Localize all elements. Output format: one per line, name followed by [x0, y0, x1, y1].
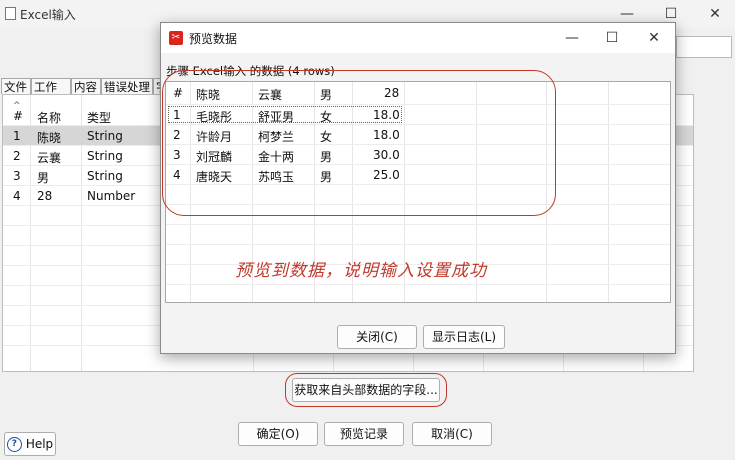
dialog-titlebar: [161, 23, 675, 53]
table-cell[interactable]: 4: [13, 189, 21, 203]
tab-worksheet[interactable]: 工作表: [31, 78, 71, 110]
maximize-icon[interactable]: ☐: [658, 4, 684, 24]
dialog-maximize-icon[interactable]: ☐: [599, 28, 625, 48]
ok-button[interactable]: 确定(O): [238, 422, 318, 446]
dialog-title: 预览数据: [189, 32, 238, 46]
col-header-type: 类型: [87, 111, 112, 125]
dialog-app-icon: ✂: [169, 31, 183, 45]
tab-file[interactable]: 文件: [1, 78, 31, 94]
table-cell[interactable]: 3: [13, 169, 21, 183]
tab-error-handling[interactable]: 错误处理: [101, 78, 153, 94]
preview-records-button[interactable]: 预览记录: [324, 422, 404, 446]
table-cell[interactable]: String: [87, 149, 123, 163]
table-cell[interactable]: 2: [13, 149, 21, 163]
table-cell[interactable]: 男: [37, 169, 49, 186]
table-cell[interactable]: 陈晓: [37, 129, 61, 146]
close-icon[interactable]: ✕: [702, 4, 728, 24]
annotation-oval-data: [162, 70, 556, 216]
col-header-name: 名称: [37, 111, 62, 125]
annotation-oval-button: [285, 373, 447, 407]
table-cell[interactable]: 云襄: [37, 149, 61, 166]
dialog-minimize-icon[interactable]: —: [559, 28, 585, 48]
table-cell[interactable]: String: [87, 169, 123, 183]
tab-content[interactable]: 内容: [71, 78, 101, 94]
dialog-close-button[interactable]: 关闭(C): [337, 325, 417, 349]
excel-app-icon: [5, 7, 16, 20]
table-cell[interactable]: Number: [87, 189, 135, 203]
help-label: Help: [25, 437, 54, 451]
cancel-button[interactable]: 取消(C): [412, 422, 492, 446]
annotation-text: 预览到数据，说明输入设置成功: [235, 261, 487, 281]
help-icon: ?: [6, 436, 22, 452]
table-cell[interactable]: String: [87, 129, 123, 143]
table-cell[interactable]: 28: [37, 189, 52, 203]
dialog-close-icon[interactable]: ✕: [641, 28, 667, 48]
col-header-index: #: [13, 109, 24, 123]
step-name-input[interactable]: [676, 36, 732, 58]
show-log-button[interactable]: 显示日志(L): [423, 325, 505, 349]
help-button[interactable]: ? Help: [4, 432, 56, 456]
minimize-icon[interactable]: —: [614, 4, 640, 24]
bg-window-title: Excel输入: [20, 8, 76, 22]
table-cell[interactable]: 1: [13, 129, 21, 143]
